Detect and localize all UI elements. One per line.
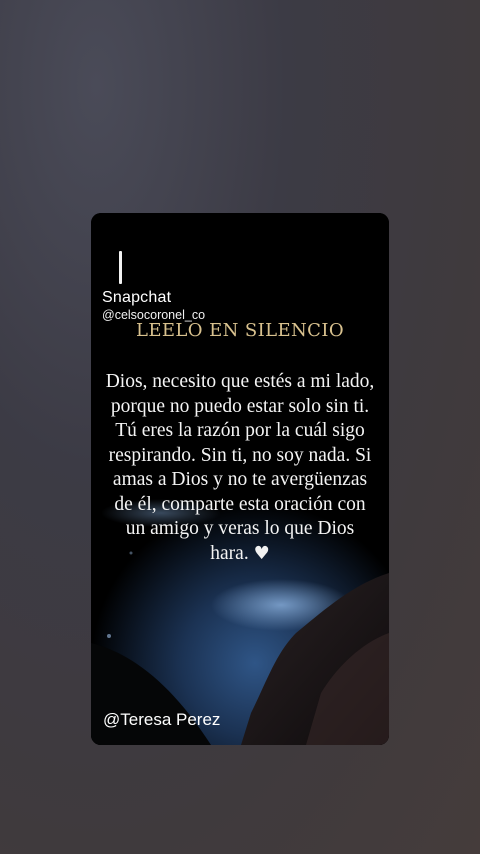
story-message-text: Dios, necesito que estés a mi lado, porq…	[105, 371, 375, 564]
author-handle[interactable]: @Teresa Perez	[103, 710, 220, 730]
story-message: Dios, necesito que estés a mi lado, porq…	[105, 370, 375, 566]
story-title: LEELO EN SILENCIO	[136, 320, 344, 341]
snapchat-label: Snapchat	[102, 289, 172, 306]
text-cursor-bar	[119, 251, 122, 284]
heart-icon: ♥	[253, 542, 270, 564]
story-card[interactable]: Snapchat @celsocoronel_co LEELO EN SILEN…	[91, 213, 389, 745]
